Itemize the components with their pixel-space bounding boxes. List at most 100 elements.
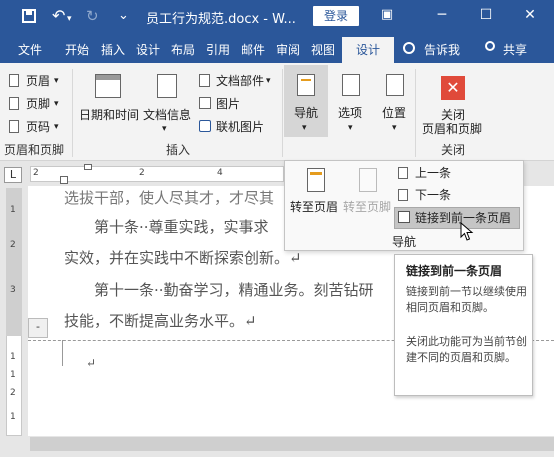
tab-layout[interactable]: 布局 <box>171 43 195 57</box>
tab-mailings[interactable]: 邮件 <box>241 43 265 57</box>
goto-footer-button[interactable]: 转至页脚 <box>343 200 391 214</box>
chevron-down-icon[interactable]: ▾ <box>54 97 59 111</box>
body-text-line: 实效，并在实践中不断探索创新。↵ <box>64 249 302 267</box>
tab-home[interactable]: 开始 <box>65 43 89 57</box>
navigation-icon <box>297 74 315 96</box>
ruler-number: 4 <box>217 168 223 178</box>
status-area <box>0 451 554 457</box>
tell-me-box[interactable]: 告诉我 <box>424 43 460 57</box>
document-title: 员工行为规范.docx - W... <box>146 12 296 27</box>
ruler-number: 1 <box>10 205 16 215</box>
calendar-icon <box>95 74 121 98</box>
goto-footer-icon <box>359 168 377 192</box>
options-button[interactable]: 选项 <box>338 106 362 120</box>
undo-icon[interactable]: ↶ <box>52 8 65 24</box>
group-divider <box>72 69 73 157</box>
online-picture-icon <box>199 120 211 132</box>
group-divider <box>415 69 416 157</box>
group-divider <box>282 69 283 157</box>
group-label-insert: 插入 <box>166 143 191 157</box>
tab-review[interactable]: 审阅 <box>276 43 300 57</box>
tab-insert[interactable]: 插入 <box>101 43 125 57</box>
close-header-footer-button[interactable]: 关闭 <box>441 108 465 122</box>
dropdown-group-label: 导航 <box>392 235 417 249</box>
save-icon[interactable] <box>22 9 36 23</box>
redo-icon[interactable]: ↻ <box>86 8 99 24</box>
tooltip-text: 链接到前一节以继续使用相同页眉和页脚。 <box>406 285 527 314</box>
quick-parts-icon <box>199 74 210 87</box>
previous-button[interactable]: 上一条 <box>415 166 451 180</box>
chevron-down-icon[interactable]: ▾ <box>162 122 167 136</box>
header-margin-line <box>62 340 63 366</box>
quick-parts-button[interactable]: 文档部件 <box>216 74 264 88</box>
person-icon <box>485 41 495 51</box>
share-button[interactable]: 共享 <box>503 43 527 57</box>
tab-header-footer-design[interactable]: 设计 <box>342 37 394 63</box>
goto-header-icon <box>307 168 325 192</box>
picture-icon <box>199 97 211 109</box>
ruler-number: 2 <box>139 168 145 178</box>
body-text-line: 技能，不断提高业务水平。↵ <box>64 312 257 330</box>
chevron-down-icon[interactable]: ▾ <box>54 74 59 88</box>
chevron-down-icon[interactable]: ▾ <box>302 121 307 135</box>
undo-dropdown-icon[interactable]: ▾ <box>67 11 72 27</box>
indent-marker-icon[interactable] <box>60 176 68 184</box>
position-button[interactable]: 位置 <box>382 106 406 120</box>
next-button[interactable]: 下一条 <box>415 188 451 202</box>
chevron-down-icon[interactable]: ▾ <box>54 120 59 134</box>
document-info-icon <box>157 74 177 98</box>
group-label-close: 关闭 <box>441 143 466 157</box>
picture-button[interactable]: 图片 <box>216 97 240 111</box>
ruler-number: 2 <box>33 168 39 178</box>
horizontal-ruler[interactable]: 2 2 4 <box>30 166 284 182</box>
position-icon <box>386 74 404 96</box>
close-header-footer-button-line2[interactable]: 页眉和页脚 <box>422 122 482 136</box>
tab-file[interactable]: 文件 <box>18 43 42 57</box>
login-button[interactable]: 登录 <box>313 6 359 26</box>
footer-icon <box>9 97 19 110</box>
ruler-number: 1 <box>10 412 16 422</box>
tab-view[interactable]: 视图 <box>311 43 335 57</box>
header-icon <box>9 74 19 87</box>
header-cursor[interactable]: ↵ <box>86 353 96 373</box>
tab-design[interactable]: 设计 <box>136 43 160 57</box>
ruler-number: 2 <box>10 240 16 250</box>
goto-header-button[interactable]: 转至页眉 <box>290 200 338 214</box>
page-number-button[interactable]: 页码 <box>26 120 50 134</box>
navigation-button[interactable]: 导航 <box>294 106 318 120</box>
ruler-number: 1 <box>10 370 16 380</box>
options-icon <box>342 74 360 96</box>
header-button[interactable]: 页眉 <box>26 74 50 88</box>
maximize-icon[interactable]: ☐ <box>477 6 495 24</box>
footer-button[interactable]: 页脚 <box>26 97 50 111</box>
group-label-header-footer: 页眉和页脚 <box>4 143 65 157</box>
tab-references[interactable]: 引用 <box>206 43 230 57</box>
body-text-line: 选拔干部，使人尽其才，才尽其 <box>64 189 275 207</box>
tooltip-text: 关闭此功能可为当前节创建不同的页眉和页脚。 <box>406 335 527 364</box>
tooltip-title: 链接到前一条页眉 <box>406 264 503 278</box>
first-line-indent-icon[interactable] <box>84 164 92 170</box>
horizontal-scrollbar[interactable] <box>30 437 554 451</box>
date-time-button[interactable]: 日期和时间 <box>79 108 139 122</box>
link-icon <box>398 211 410 223</box>
close-header-footer-icon: ✕ <box>441 76 465 100</box>
minimize-icon[interactable]: ─ <box>433 6 451 24</box>
chevron-down-icon[interactable]: ▾ <box>348 121 353 135</box>
next-icon <box>398 189 408 201</box>
close-icon[interactable]: ✕ <box>521 6 539 24</box>
body-text-line: 第十一条··勤奋学习，精通业务。刻苦钻研 <box>94 281 374 299</box>
tab-selector[interactable]: L <box>4 167 22 183</box>
previous-icon <box>398 167 408 179</box>
customize-qat-icon[interactable]: ⌄ <box>118 8 129 24</box>
chevron-down-icon[interactable]: ▾ <box>392 121 397 135</box>
page-number-icon <box>9 120 19 133</box>
ribbon-display-icon[interactable]: ▣ <box>378 6 396 24</box>
section-marker: - <box>28 318 48 338</box>
document-info-button[interactable]: 文档信息 <box>143 108 191 122</box>
mouse-pointer-icon <box>460 221 474 245</box>
ruler-number: 3 <box>10 285 16 295</box>
chevron-down-icon[interactable]: ▾ <box>266 74 271 88</box>
ruler-number: 1 <box>10 352 16 362</box>
lightbulb-icon <box>403 42 415 54</box>
online-picture-button[interactable]: 联机图片 <box>216 120 264 134</box>
